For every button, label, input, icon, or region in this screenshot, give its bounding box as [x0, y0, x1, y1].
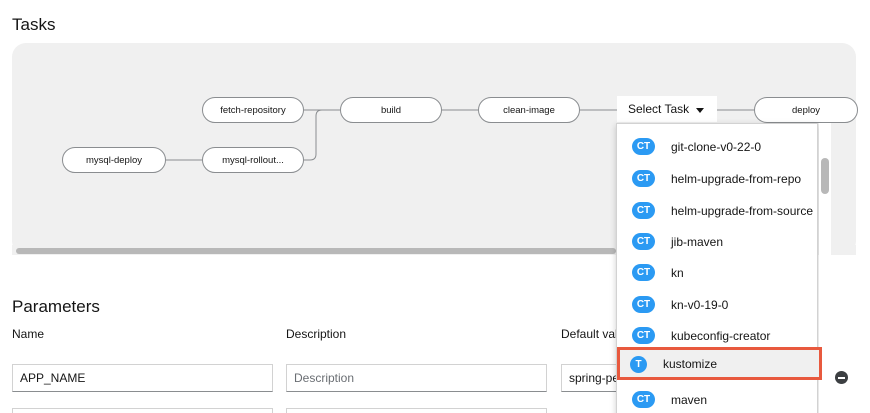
- parameter-description-input[interactable]: Description: [286, 364, 547, 392]
- task-option-kn-v0-19-0[interactable]: CT kn-v0-19-0: [617, 289, 817, 320]
- task-node-mysql-rollout[interactable]: mysql-rollout...: [202, 147, 304, 173]
- task-node-fetch-repository[interactable]: fetch-repository: [202, 97, 304, 123]
- remove-parameter-icon[interactable]: [835, 371, 848, 384]
- cluster-task-badge: CT: [632, 264, 655, 281]
- cluster-task-badge: CT: [632, 296, 655, 313]
- parameters-heading: Parameters: [12, 297, 100, 316]
- select-task-label: Select Task: [628, 102, 690, 116]
- task-option-label: kustomize: [663, 357, 718, 371]
- task-option-label: kn-v0-19-0: [671, 297, 729, 312]
- task-option-maven[interactable]: CT maven: [617, 384, 817, 413]
- task-option-label: helm-upgrade-from-repo: [671, 171, 802, 186]
- task-option-label: git-clone-v0-22-0: [671, 139, 762, 154]
- task-node-mysql-deploy[interactable]: mysql-deploy: [62, 147, 166, 173]
- task-node-clean-image[interactable]: clean-image: [478, 97, 580, 123]
- task-option-label: kn: [671, 265, 684, 280]
- task-node-build[interactable]: build: [340, 97, 442, 123]
- task-option-helm-upgrade-from-repo[interactable]: CT helm-upgrade-from-repo: [617, 163, 817, 194]
- task-option-label: kubeconfig-creator: [671, 328, 771, 343]
- cluster-task-badge: CT: [632, 327, 655, 344]
- task-badge: T: [630, 356, 647, 373]
- task-dropdown-scrollbar-thumb[interactable]: [821, 158, 829, 194]
- task-option-git-clone-v0-22-0[interactable]: CT git-clone-v0-22-0: [617, 131, 817, 162]
- column-header-default-value: Default val: [561, 327, 618, 341]
- parameter-name-input-row-2[interactable]: [12, 408, 273, 413]
- parameter-name-input[interactable]: APP_NAME: [12, 364, 273, 392]
- task-option-jib-maven[interactable]: CT jib-maven: [617, 226, 817, 257]
- canvas-scrollbar-thumb[interactable]: [16, 248, 616, 254]
- task-option-kn[interactable]: CT kn: [617, 257, 817, 288]
- task-option-label: helm-upgrade-from-source: [671, 203, 814, 218]
- task-option-kustomize[interactable]: T kustomize: [617, 347, 822, 380]
- cluster-task-badge: CT: [632, 233, 655, 250]
- select-task-dropdown-toggle[interactable]: Select Task: [617, 96, 717, 122]
- task-option-helm-upgrade-from-source[interactable]: CT helm-upgrade-from-source: [617, 195, 817, 226]
- cluster-task-badge: CT: [632, 391, 655, 408]
- cluster-task-badge: CT: [632, 138, 655, 155]
- cluster-task-badge: CT: [632, 202, 655, 219]
- task-node-deploy[interactable]: deploy: [754, 97, 858, 123]
- column-header-name: Name: [12, 327, 45, 341]
- task-option-label: jib-maven: [671, 234, 724, 249]
- caret-down-icon: [696, 108, 705, 113]
- column-header-description: Description: [286, 327, 347, 341]
- parameter-description-input-row-2[interactable]: [286, 408, 547, 413]
- task-option-label: maven: [671, 392, 708, 407]
- cluster-task-badge: CT: [632, 170, 655, 187]
